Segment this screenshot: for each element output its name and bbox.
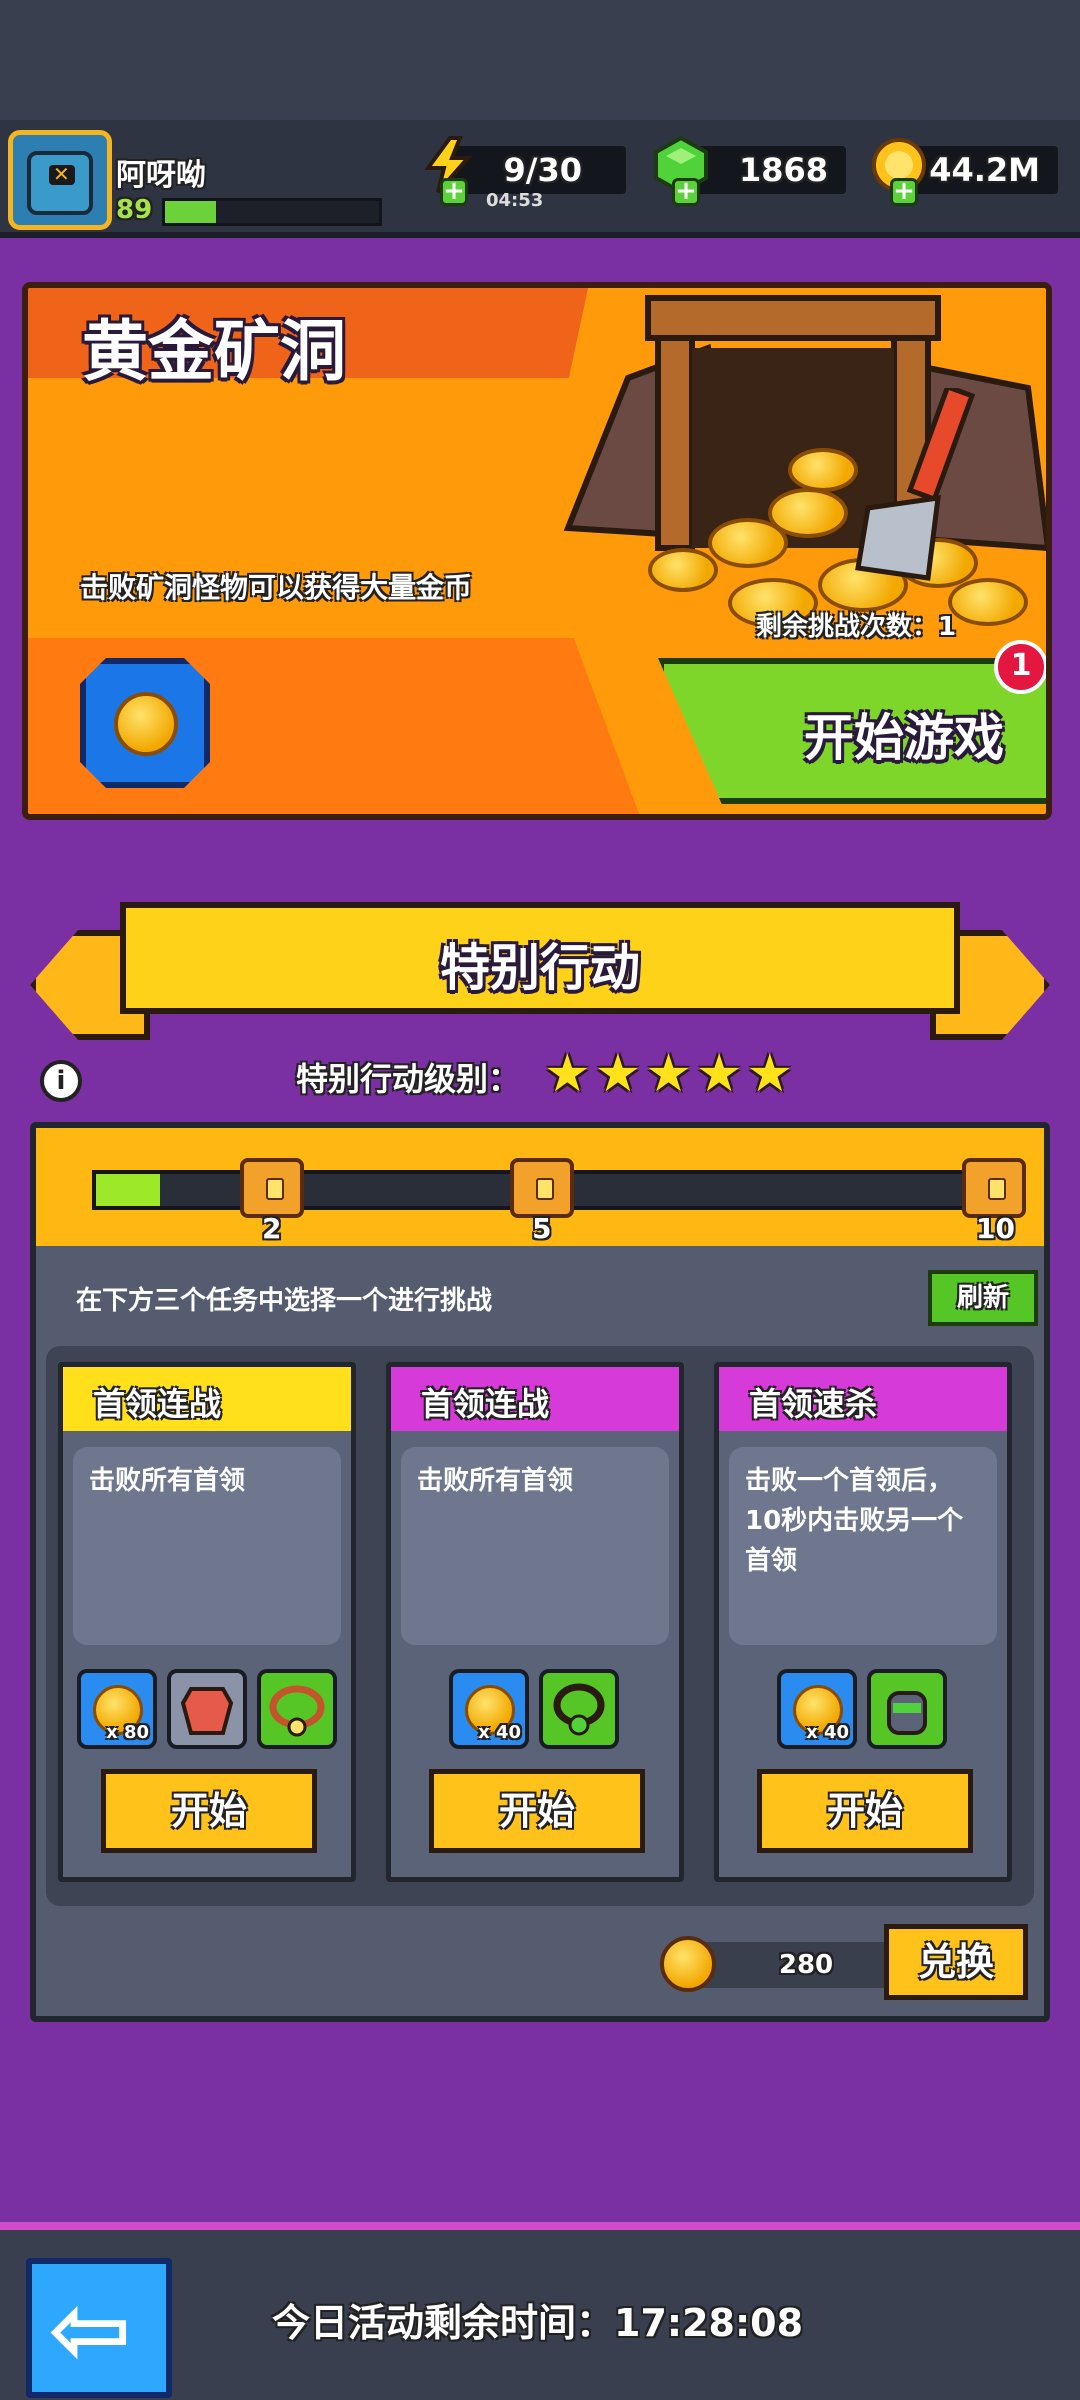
task-title: 首领速杀 [719, 1367, 1007, 1431]
star-icon: ★ [594, 1044, 642, 1104]
energy-timer: 04:53 [486, 190, 544, 211]
notification-badge: 1 [994, 640, 1046, 694]
glove-reward-icon[interactable] [867, 1669, 947, 1749]
coin-icon [114, 692, 178, 756]
task-card: 首领连战 击败所有首领 x 40 开始 [386, 1362, 684, 1882]
start-game-button[interactable]: 开始游戏 [658, 658, 1046, 804]
player-level: 89 [116, 195, 153, 225]
exchange-balance: 280 [696, 1942, 916, 1988]
back-button[interactable]: ⇦ [26, 2258, 172, 2398]
special-action-title: 特别行动 [440, 939, 640, 997]
task-card: 首领速杀 击败一个首领后，10秒内击败另一个首领 x 40 开始 [714, 1362, 1012, 1882]
info-icon[interactable]: i [40, 1060, 82, 1102]
star-icon: ★ [645, 1044, 692, 1104]
task-start-button[interactable]: 开始 [101, 1769, 317, 1853]
remaining-attempts: 剩余挑战次数：1 [756, 612, 957, 642]
star-icon: ★ [544, 1044, 591, 1104]
start-game-label: 开始游戏 [804, 709, 1004, 767]
gold-value: 44.2M [929, 151, 1040, 189]
milestone-label: 5 [532, 1212, 552, 1245]
back-arrow-icon: ⇦ [48, 2271, 132, 2388]
task-title: 首领连战 [391, 1367, 679, 1431]
player-avatar[interactable]: ✕ [8, 130, 112, 230]
xp-bar-fill [165, 201, 217, 223]
bottom-bar: ⇦ 今日活动剩余时间：17:28:08 [0, 2222, 1080, 2400]
task-description: 击败所有首领 [401, 1447, 669, 1645]
task-list: 首领连战 击败所有首领 x 80 开始 首领连战 击败所有首领 x 40 开始 … [46, 1346, 1034, 1906]
gold-add-button[interactable]: + [890, 178, 918, 206]
milestone-chest-icon[interactable] [962, 1158, 1026, 1218]
energy-value: 9/30 [503, 151, 582, 189]
gold-pile-coin-icon [648, 548, 718, 592]
gem-add-button[interactable]: + [672, 178, 700, 206]
milestone-label: 10 [976, 1212, 1015, 1245]
xp-bar [162, 198, 382, 226]
exchange-coin-icon [660, 1936, 716, 1992]
gem-value: 1868 [738, 151, 828, 189]
player-name: 阿呀呦 [116, 158, 206, 193]
device-status-bar [0, 0, 1080, 120]
milestone-label: 2 [262, 1212, 282, 1245]
coin-reward-icon[interactable]: x 40 [777, 1669, 857, 1749]
armor-reward-icon[interactable] [167, 1669, 247, 1749]
special-action-banner: 特别行动 [120, 902, 960, 1014]
task-title: 首领连战 [63, 1367, 351, 1431]
star-icon: ★ [746, 1044, 794, 1104]
event-remaining-timer: 今日活动剩余时间：17:28:08 [272, 2301, 804, 2345]
necklace-reward-icon[interactable] [257, 1669, 337, 1749]
gold-mine-card: 黄金矿洞 击败矿洞怪物可以获得大量金币 剩余挑战次数：1 开始游戏 1 [22, 282, 1052, 820]
task-start-button[interactable]: 开始 [429, 1769, 645, 1853]
special-level-stars: ★ ★ ★ ★ ★ [544, 1044, 793, 1104]
task-description: 击败所有首领 [73, 1447, 341, 1645]
coin-reward-icon[interactable]: x 40 [449, 1669, 529, 1749]
special-action-panel: 2 5 10 在下方三个任务中选择一个进行挑战 刷新 首领连战 击败所有首领 x… [30, 1122, 1050, 2022]
task-start-button[interactable]: 开始 [757, 1769, 973, 1853]
coin-reward-icon[interactable]: x 80 [77, 1669, 157, 1749]
energy-add-button[interactable]: + [440, 178, 468, 206]
refresh-button[interactable]: 刷新 [928, 1270, 1038, 1326]
gold-mine-reward-icon [80, 658, 210, 788]
gold-mine-title: 黄金矿洞 [82, 313, 346, 390]
milestone-chest-icon[interactable] [510, 1158, 574, 1218]
task-pick-instruction: 在下方三个任务中选择一个进行挑战 [76, 1286, 493, 1316]
milestone-chest-icon[interactable] [240, 1158, 304, 1218]
task-description: 击败一个首领后，10秒内击败另一个首领 [729, 1447, 997, 1645]
necklace-reward-icon[interactable] [539, 1669, 619, 1749]
task-card: 首领连战 击败所有首领 x 80 开始 [58, 1362, 356, 1882]
special-level-label: 特别行动级别： [296, 1060, 521, 1098]
gold-mine-description: 击败矿洞怪物可以获得大量金币 [80, 571, 473, 604]
star-icon: ★ [695, 1044, 743, 1104]
exchange-button[interactable]: 兑换 [884, 1924, 1028, 2000]
milestone-progress-area: 2 5 10 [36, 1128, 1044, 1246]
shovel-icon [855, 388, 976, 581]
milestone-progress-fill [96, 1174, 160, 1206]
